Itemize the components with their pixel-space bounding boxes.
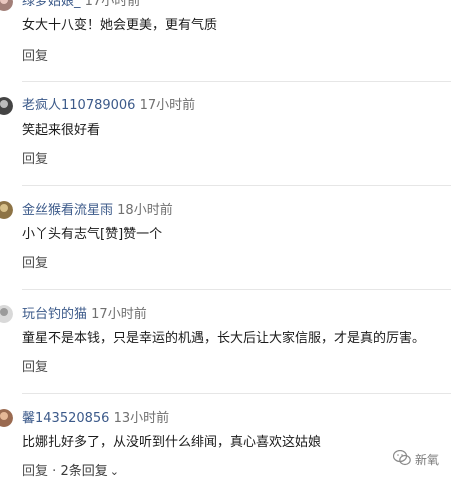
divider [22,393,451,394]
divider [22,185,451,186]
more-replies-button[interactable]: 2条回复 ⌄ [60,464,119,479]
avatar[interactable] [0,97,13,115]
avatar[interactable] [0,0,13,11]
reply-button[interactable]: 回复 [22,464,48,479]
reply-button[interactable]: 回复 [22,360,48,376]
reply-button[interactable]: 回复 [22,256,48,272]
separator: · [52,464,57,479]
reply-button[interactable]: 回复 [22,152,48,168]
comment-meta: 玩台钓的猫 17小时前 [22,307,147,323]
username[interactable]: 玩台钓的猫 [22,307,87,322]
comment-meta: 老疯人110789006 17小时前 [22,98,195,114]
avatar[interactable] [0,305,13,323]
divider [22,289,451,290]
timestamp: 17小时前 [139,98,196,113]
timestamp: 17小时前 [91,307,147,322]
username[interactable]: 馨143520856 [22,411,109,426]
comment-meta: 馨143520856 13小时前 [22,411,169,427]
timestamp: 18小时前 [117,203,173,218]
more-replies-label: 2条回复 [60,464,108,479]
divider [22,81,451,82]
reply-button[interactable]: 回复 [22,49,48,65]
timestamp: 13小时前 [113,411,170,426]
comment-text: 女大十八变！她会更美，更有气质 [22,18,218,33]
watermark: 新氧 [392,449,439,469]
username[interactable]: 老疯人110789006 [22,98,135,113]
watermark-text: 新氧 [414,453,439,467]
username[interactable]: 金丝猴看流星雨 [22,203,113,218]
comment-text: 比娜扎好多了，从没听到什么绯闻，真心喜欢这姑娘 [22,435,322,450]
comment-text: 笑起来很好看 [22,123,101,138]
reply-row: 回复 · 2条回复 ⌄ [22,464,119,480]
wechat-icon [392,449,411,469]
comment-text: 童星不是本钱，只是幸运的机遇，长大后让大家信服，才是真的厉害。 [22,331,426,346]
comment-text: 小丫头有志气[赞]赞一个 [22,227,163,242]
avatar[interactable] [0,409,13,427]
avatar[interactable] [0,201,13,219]
username[interactable]: 绿萝姑娘_ [22,0,81,9]
comment-meta: 金丝猴看流星雨 18小时前 [22,203,173,219]
chevron-down-icon: ⌄ [109,465,119,478]
timestamp: 17小时前 [84,0,141,9]
comment-meta: 绿萝姑娘_ 17小时前 [22,0,140,10]
